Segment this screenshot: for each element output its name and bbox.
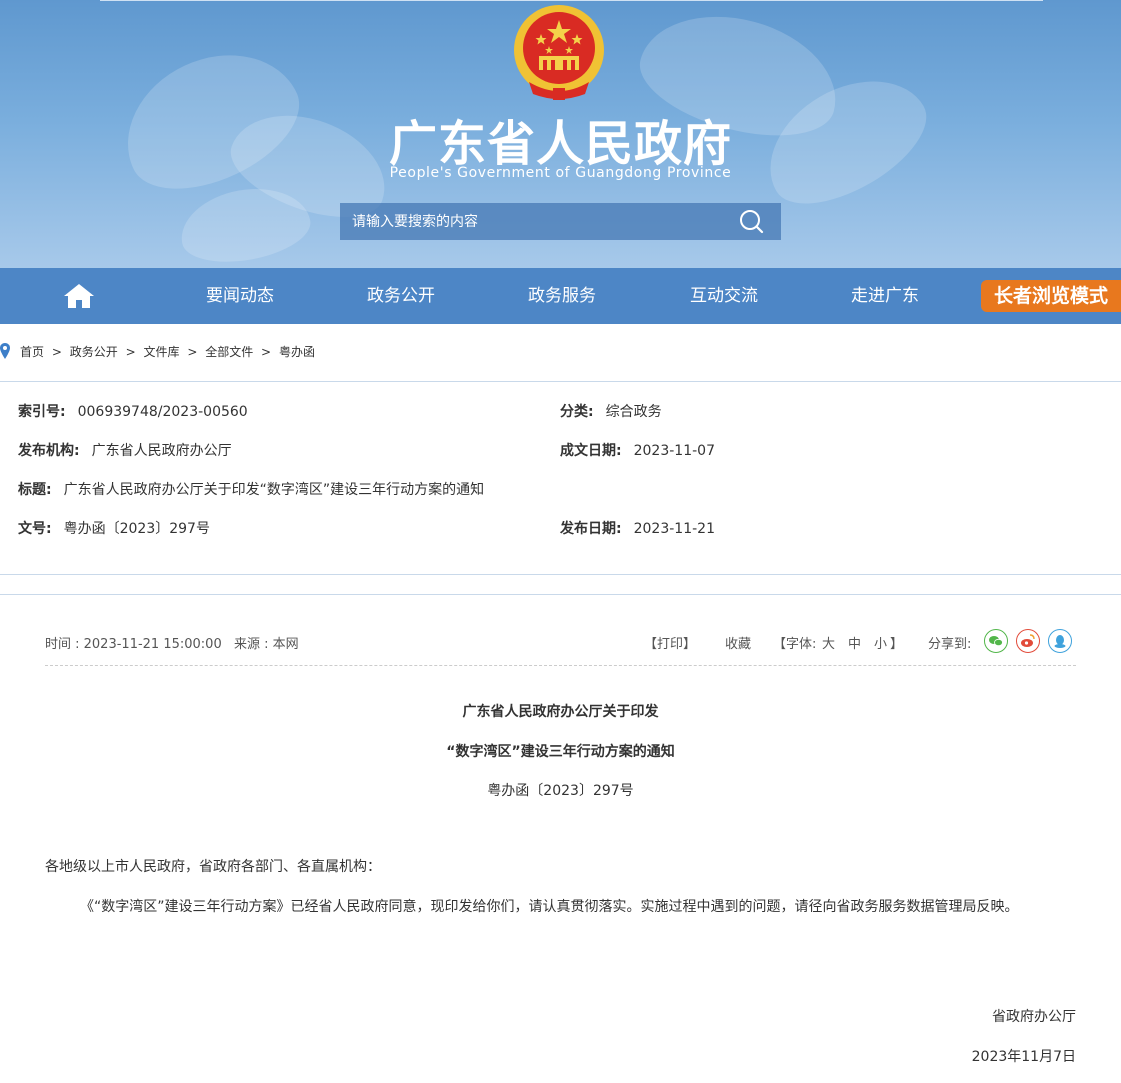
search-button[interactable] (721, 203, 781, 240)
font-size-medium[interactable]: 中 (848, 633, 861, 652)
meta-publisher-value: 广东省人民政府办公厅 (91, 443, 232, 459)
favorite-button[interactable]: 收藏 (725, 633, 751, 652)
meta-published-value: 2023-11-21 (633, 521, 715, 537)
article-time: 时间 : 2023-11-21 15:00:00 (45, 637, 222, 652)
divider (0, 381, 1121, 382)
print-button[interactable]: 【打印】 (644, 633, 696, 652)
breadcrumb-separator: > (261, 345, 272, 359)
location-pin-icon (0, 343, 10, 359)
article-source: 来源 : 本网 (234, 637, 299, 652)
article-title-line1: 广东省人民政府办公厅关于印发 (462, 704, 659, 720)
meta-category: 分类: 综合政务 (560, 401, 662, 421)
breadcrumb-separator: > (51, 345, 62, 359)
meta-docno-label: 文号: (18, 521, 52, 537)
meta-category-value: 综合政务 (605, 404, 662, 420)
font-size-small[interactable]: 小 (874, 633, 887, 652)
main-nav: 要闻动态 政务公开 政务服务 互动交流 走进广东 (0, 268, 1121, 324)
elder-mode-button[interactable]: 长者浏览模式 (981, 280, 1121, 312)
meta-published-label: 发布日期: (560, 521, 622, 537)
meta-title: 标题: 广东省人民政府办公厅关于印发“数字湾区”建设三年行动方案的通知 (18, 479, 484, 499)
search-input[interactable] (340, 203, 744, 240)
meta-document-number: 文号: 粤办函〔2023〕297号 (18, 518, 210, 538)
article-signature: 省政府办公厅 (992, 1009, 1076, 1025)
article-doc-number: 粤办函〔2023〕297号 (487, 783, 634, 799)
breadcrumb-document-library[interactable]: 文件库 (143, 345, 179, 359)
font-size-label: 【字体: (773, 637, 817, 652)
nav-item-government-affairs[interactable]: 政务公开 (331, 268, 471, 324)
article-body: 《“数字湾区”建设三年行动方案》已经省人民政府同意，现印发给你们，请认真贯彻落实… (80, 899, 1019, 915)
site-header: 广东省人民政府 People's Government of Guangdong… (0, 0, 1121, 268)
divider (0, 574, 1121, 575)
article-salutation: 各地级以上市人民政府，省政府各部门、各直属机构： (45, 859, 381, 875)
meta-created-date: 成文日期: 2023-11-07 (560, 440, 715, 460)
site-title-english: People's Government of Guangdong Provinc… (389, 165, 732, 181)
breadcrumb-separator: > (125, 345, 136, 359)
article-date: 2023年11月7日 (971, 1049, 1076, 1065)
nav-item-services[interactable]: 政务服务 (492, 268, 632, 324)
search-icon (740, 210, 764, 234)
meta-title-value: 广东省人民政府办公厅关于印发“数字湾区”建设三年行动方案的通知 (63, 482, 485, 498)
meta-docno-value: 粤办函〔2023〕297号 (63, 521, 210, 537)
nav-item-interaction[interactable]: 互动交流 (654, 268, 794, 324)
meta-created-label: 成文日期: (560, 443, 622, 459)
meta-index-value: 006939748/2023-00560 (77, 404, 248, 420)
meta-publisher: 发布机构: 广东省人民政府办公厅 (18, 440, 232, 460)
breadcrumb-home[interactable]: 首页 (20, 345, 44, 359)
share-label: 分享到: (928, 637, 972, 652)
header-top-line (100, 0, 1043, 1)
qq-icon (1054, 635, 1066, 648)
breadcrumb-separator: > (187, 345, 198, 359)
share-qq-button[interactable] (1048, 629, 1072, 653)
breadcrumb-all-documents[interactable]: 全部文件 (205, 345, 253, 359)
meta-category-label: 分类: (560, 404, 594, 420)
national-emblem-icon (514, 5, 604, 100)
home-icon[interactable] (60, 282, 98, 310)
breadcrumb-government-affairs[interactable]: 政务公开 (70, 345, 118, 359)
font-size-close-bracket: 】 (890, 637, 904, 652)
meta-title-label: 标题: (18, 482, 52, 498)
site-title: 广东省人民政府 (388, 116, 732, 172)
wechat-icon (989, 636, 1003, 647)
nav-item-news[interactable]: 要闻动态 (170, 268, 310, 324)
dashed-divider (45, 665, 1076, 666)
meta-index-label: 索引号: (18, 404, 66, 420)
meta-publisher-label: 发布机构: (18, 443, 80, 459)
nav-item-about-guangdong[interactable]: 走进广东 (815, 268, 955, 324)
breadcrumb-current[interactable]: 粤办函 (279, 345, 315, 359)
divider (0, 594, 1121, 595)
font-size-large[interactable]: 大 (822, 633, 835, 652)
share-weibo-button[interactable] (1016, 629, 1040, 653)
article-title-line2: “数字湾区”建设三年行动方案的通知 (446, 744, 675, 760)
search-bar (340, 203, 781, 240)
meta-index: 索引号: 006939748/2023-00560 (18, 401, 248, 421)
meta-published-date: 发布日期: 2023-11-21 (560, 518, 715, 538)
share-wechat-button[interactable] (984, 629, 1008, 653)
weibo-icon (1021, 634, 1035, 647)
meta-created-value: 2023-11-07 (633, 443, 715, 459)
